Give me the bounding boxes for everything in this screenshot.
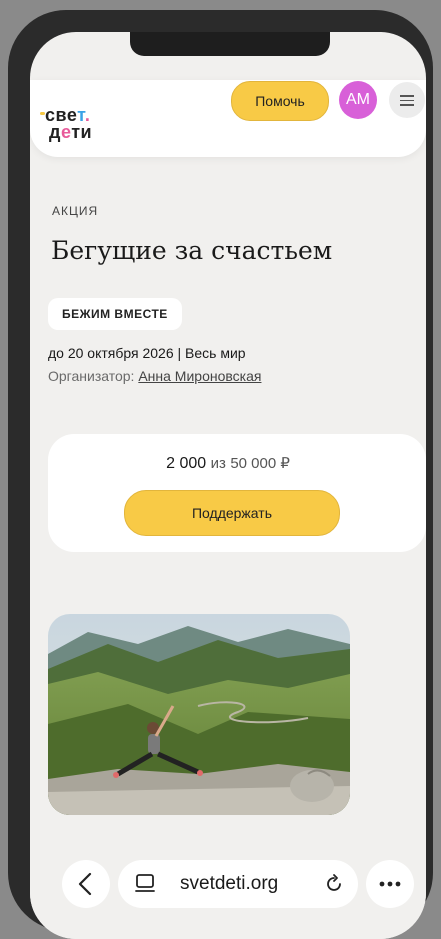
campaign-kicker: АКЦИЯ	[52, 204, 99, 218]
url-text[interactable]: svetdeti.org	[180, 860, 278, 908]
mountain-photo-illustration	[48, 614, 350, 815]
campaign-tag[interactable]: БЕЖИМ ВМЕСТЕ	[48, 298, 182, 330]
phone-frame: свет. дети Помочь АМ АКЦИЯ Бегущие за сч…	[8, 10, 433, 939]
of-label: из	[210, 455, 226, 472]
help-button[interactable]: Помочь	[231, 81, 329, 121]
donation-card: 2 000 из 50 000 ₽ Поддержать	[48, 434, 426, 552]
screen: свет. дети Помочь АМ АКЦИЯ Бегущие за сч…	[30, 32, 426, 939]
reload-icon[interactable]	[322, 872, 346, 896]
logo-line-2: дети	[49, 122, 93, 142]
donation-amount: 2 000 из 50 000 ₽	[48, 454, 408, 473]
organizer-prefix: Организатор:	[48, 368, 139, 384]
avatar[interactable]: АМ	[339, 81, 377, 119]
goal-amount: 50 000 ₽	[230, 455, 290, 472]
notch	[130, 32, 330, 56]
address-bar[interactable]: svetdeti.org	[118, 860, 358, 908]
raised-amount: 2 000	[166, 455, 207, 472]
support-button[interactable]: Поддержать	[124, 490, 340, 536]
campaign-photo[interactable]	[48, 614, 350, 815]
organizer-line: Организатор: Анна Мироновская	[48, 368, 261, 384]
back-chevron-icon[interactable]	[62, 860, 110, 908]
logo[interactable]: свет. дети	[40, 106, 135, 146]
hamburger-icon[interactable]	[389, 82, 425, 118]
more-dots-icon[interactable]	[366, 860, 414, 908]
campaign-date-location: до 20 октября 2026 | Весь мир	[48, 345, 246, 361]
tabs-icon[interactable]	[134, 872, 158, 896]
organizer-link[interactable]: Анна Мироновская	[138, 368, 261, 384]
page-title: Бегущие за счастьем	[51, 236, 333, 265]
